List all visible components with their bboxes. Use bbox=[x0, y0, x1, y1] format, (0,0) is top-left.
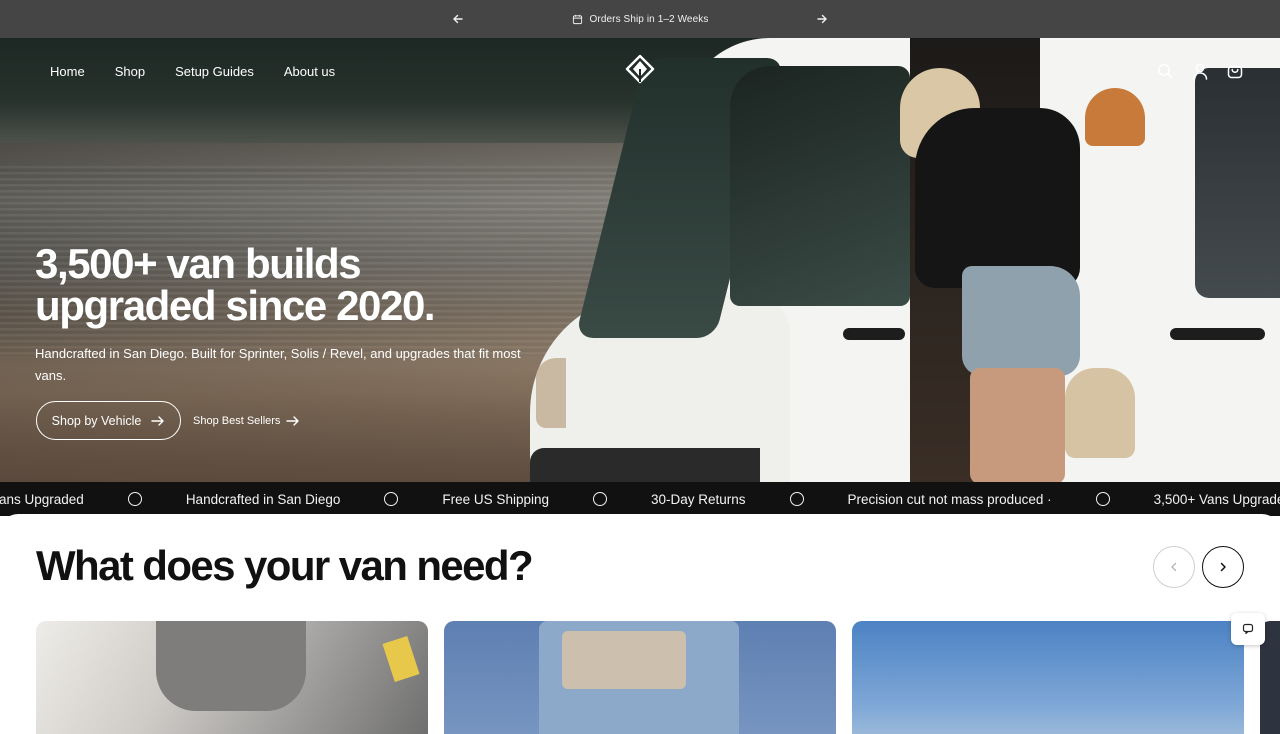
marquee-track: ans Upgraded Handcrafted in San Diego Fr… bbox=[0, 482, 1280, 516]
van-bumper bbox=[530, 448, 760, 484]
hero-title: 3,500+ van builds upgraded since 2020. bbox=[35, 243, 595, 327]
announcement-message-row: Orders Ship in 1–2 Weeks bbox=[0, 0, 1280, 38]
collection-card-interior[interactable] bbox=[36, 621, 428, 734]
card-image-seat bbox=[156, 621, 306, 711]
marquee-item: Handcrafted in San Diego bbox=[185, 491, 341, 507]
carousel-next-button[interactable] bbox=[1202, 546, 1244, 588]
shop-by-vehicle-button[interactable]: Shop by Vehicle bbox=[36, 401, 181, 440]
person-legs bbox=[970, 368, 1065, 484]
chevron-left-icon bbox=[1171, 562, 1177, 572]
arrow-right-icon bbox=[817, 14, 827, 24]
site-logo[interactable] bbox=[622, 52, 658, 88]
hero-title-line-2: upgraded since 2020. bbox=[35, 282, 436, 329]
circle-separator-icon bbox=[384, 492, 399, 506]
cart-button[interactable] bbox=[1226, 62, 1244, 80]
main-nav: Home Shop Setup Guides About us bbox=[50, 38, 335, 104]
collection-card-sky[interactable] bbox=[852, 621, 1244, 734]
chat-widget-button[interactable] bbox=[1231, 613, 1265, 645]
calendar-icon bbox=[572, 14, 582, 24]
circle-separator-icon bbox=[592, 492, 607, 506]
section-title: What does your van need? bbox=[36, 542, 534, 589]
carousel-prev-button[interactable] bbox=[1153, 546, 1195, 588]
benefits-marquee: ans Upgraded Handcrafted in San Diego Fr… bbox=[0, 482, 1280, 516]
marquee-item: Free US Shipping bbox=[442, 491, 549, 507]
announcement-next-button[interactable] bbox=[812, 9, 832, 29]
shop-best-sellers-link[interactable]: Shop Best Sellers bbox=[193, 401, 300, 440]
collection-card-rear-window[interactable] bbox=[444, 621, 836, 734]
person-jacket bbox=[915, 108, 1080, 288]
header-icons bbox=[1156, 38, 1244, 104]
marquee-item: 3,500+ Vans Upgraded bbox=[1153, 491, 1280, 507]
van-side-handle bbox=[1170, 328, 1265, 340]
announcement-bar: Orders Ship in 1–2 Weeks bbox=[0, 0, 1280, 38]
shop-best-sellers-label: Shop Best Sellers bbox=[193, 414, 281, 427]
nav-link-home[interactable]: Home bbox=[50, 64, 85, 79]
account-icon bbox=[1192, 63, 1208, 80]
marquee-item: ans Upgraded bbox=[0, 491, 84, 507]
marquee-item: Precision cut not mass produced · bbox=[847, 491, 1052, 507]
arrow-right-icon bbox=[151, 415, 165, 426]
marquee-item: 30-Day Returns bbox=[650, 491, 746, 507]
shop-by-vehicle-label: Shop by Vehicle bbox=[51, 413, 142, 428]
diamond-logo-icon bbox=[625, 54, 655, 84]
announcement-message: Orders Ship in 1–2 Weeks bbox=[589, 13, 709, 25]
arrow-right-icon bbox=[286, 415, 300, 426]
hero-title-line-1: 3,500+ van builds bbox=[35, 240, 362, 287]
search-button[interactable] bbox=[1156, 62, 1174, 80]
circle-separator-icon bbox=[1095, 492, 1110, 506]
dog bbox=[1065, 368, 1135, 458]
person-shorts bbox=[962, 266, 1080, 376]
search-icon bbox=[1158, 64, 1173, 79]
account-button[interactable] bbox=[1191, 62, 1209, 80]
card-image-sticker bbox=[382, 635, 420, 683]
hero-van bbox=[530, 38, 1280, 484]
card-image-window-panel bbox=[562, 631, 686, 689]
collections-section: What does your van need? bbox=[0, 514, 1280, 734]
hero-subtitle: Handcrafted in San Diego. Built for Spri… bbox=[35, 346, 521, 383]
circle-separator-icon bbox=[789, 492, 804, 506]
van-door-handle bbox=[843, 328, 905, 340]
van-headlight bbox=[536, 358, 566, 428]
nav-link-shop[interactable]: Shop bbox=[115, 64, 145, 79]
nav-link-about-us[interactable]: About us bbox=[284, 64, 335, 79]
chevron-right-icon bbox=[1220, 562, 1226, 572]
cart-icon bbox=[1227, 65, 1243, 79]
nav-link-setup-guides[interactable]: Setup Guides bbox=[175, 64, 254, 79]
site-header: Home Shop Setup Guides About us bbox=[0, 38, 1280, 104]
chat-icon bbox=[1242, 623, 1254, 635]
circle-separator-icon bbox=[127, 492, 142, 506]
